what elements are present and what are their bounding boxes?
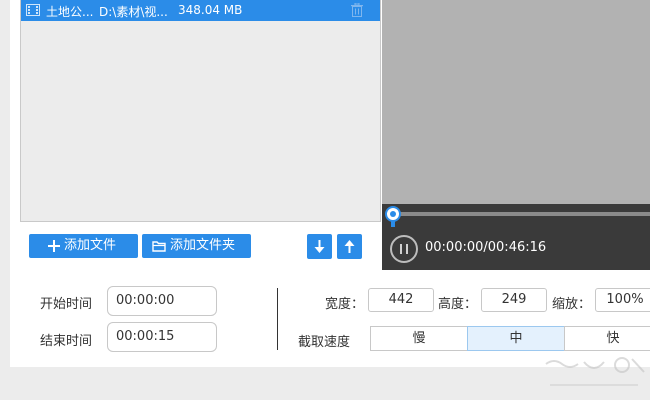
start-time-label: 开始时间 bbox=[40, 297, 93, 312]
width-input[interactable]: 442 bbox=[368, 288, 434, 312]
file-panel: 土地公... D:\素材\视... 348.04 MB 添加文件 添加文件夹 bbox=[10, 0, 382, 270]
time-display: 00:00:00/00:46:16 bbox=[425, 240, 547, 255]
move-up-button[interactable] bbox=[337, 234, 362, 259]
settings-panel bbox=[10, 270, 650, 367]
file-list[interactable]: 土地公... D:\素材\视... 348.04 MB bbox=[20, 0, 381, 222]
speed-label: 截取速度 bbox=[298, 335, 351, 350]
height-input[interactable]: 249 bbox=[481, 288, 547, 312]
pause-button[interactable] bbox=[390, 235, 418, 263]
file-name: 土地公... bbox=[46, 5, 94, 19]
scale-label: 缩放： bbox=[552, 297, 592, 312]
settings-divider bbox=[277, 288, 278, 350]
app-window: 土地公... D:\素材\视... 348.04 MB 添加文件 添加文件夹 0… bbox=[0, 0, 650, 400]
pause-icon bbox=[400, 244, 402, 254]
start-time-input[interactable]: 00:00:00 bbox=[107, 286, 217, 316]
height-label: 高度： bbox=[438, 297, 478, 312]
add-folder-label: 添加文件夹 bbox=[170, 238, 236, 253]
width-label: 宽度： bbox=[325, 297, 365, 312]
progress-track[interactable] bbox=[386, 212, 650, 216]
scale-input[interactable]: 100% bbox=[595, 288, 650, 312]
file-list-item[interactable]: 土地公... D:\素材\视... 348.04 MB bbox=[21, 0, 380, 21]
move-down-button[interactable] bbox=[307, 234, 332, 259]
add-file-button[interactable]: 添加文件 bbox=[29, 234, 138, 258]
player-controls bbox=[382, 204, 650, 270]
speed-medium-option[interactable]: 中 bbox=[467, 326, 565, 351]
arrow-up-icon bbox=[344, 240, 355, 253]
add-file-label: 添加文件 bbox=[64, 238, 117, 253]
progress-thumb[interactable] bbox=[384, 206, 402, 228]
end-time-label: 结束时间 bbox=[40, 334, 93, 349]
plus-icon bbox=[48, 240, 60, 252]
speed-slow-option[interactable]: 慢 bbox=[370, 326, 468, 351]
film-icon bbox=[26, 4, 40, 16]
watermark-logo bbox=[545, 357, 645, 386]
arrow-down-icon bbox=[314, 240, 325, 253]
trash-icon[interactable] bbox=[351, 3, 363, 17]
end-time-input[interactable]: 00:00:15 bbox=[107, 322, 217, 352]
speed-fast-option[interactable]: 快 bbox=[564, 326, 650, 351]
file-size: 348.04 MB bbox=[178, 3, 243, 17]
pause-icon-bar bbox=[406, 244, 408, 254]
folder-icon bbox=[152, 241, 166, 252]
add-folder-button[interactable]: 添加文件夹 bbox=[142, 234, 251, 258]
file-path: D:\素材\视... bbox=[99, 5, 168, 19]
